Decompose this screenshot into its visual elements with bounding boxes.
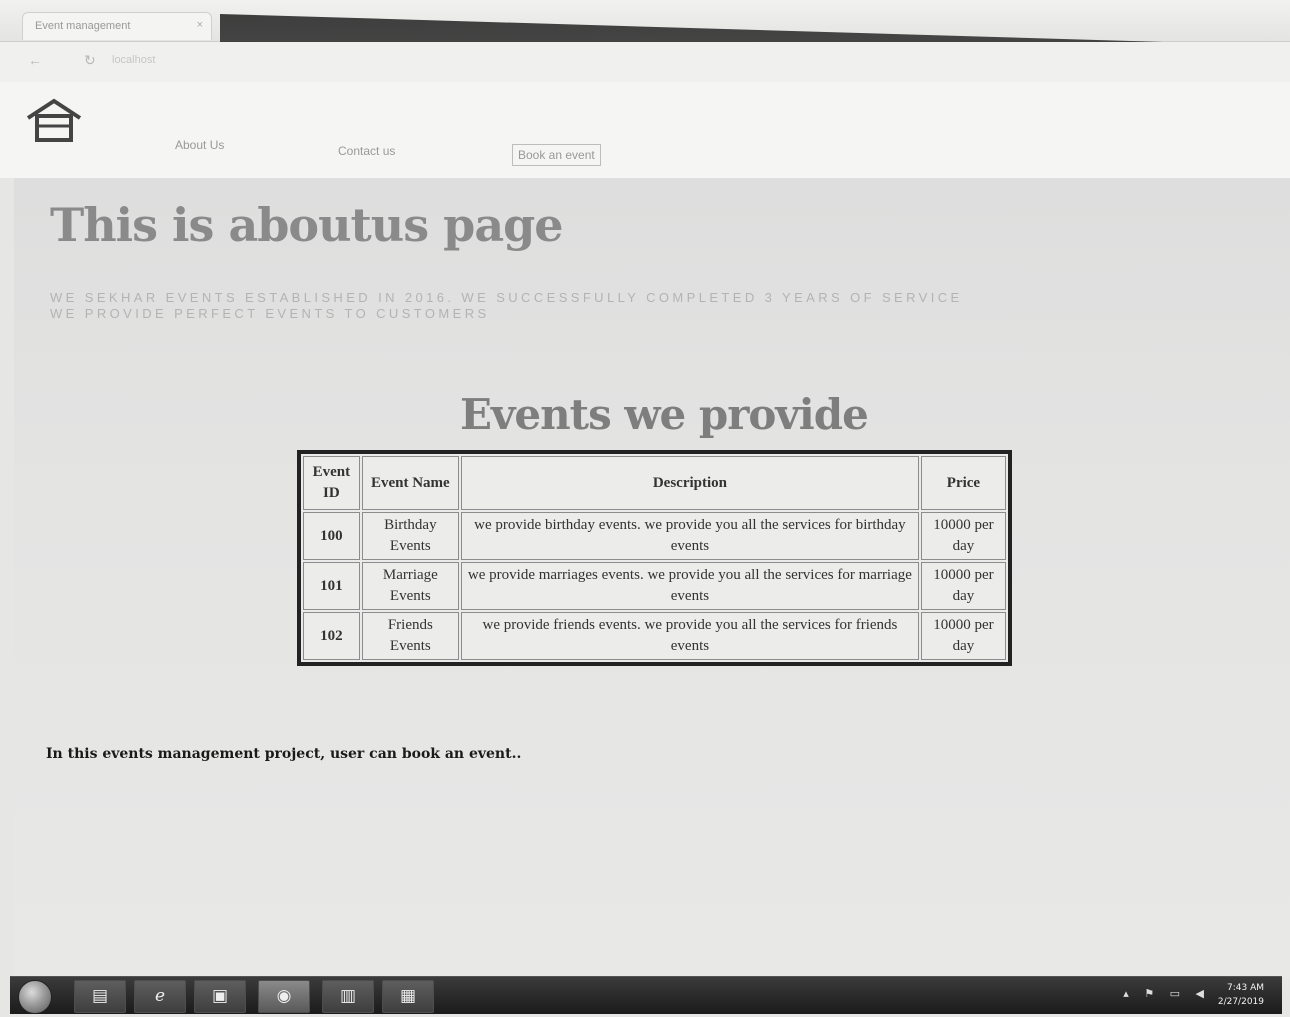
- browser-tab-label: Event management: [35, 20, 131, 32]
- event-id-cell: 101: [303, 562, 360, 610]
- address-bar[interactable]: localhost: [112, 54, 155, 66]
- about-line-1: WE SEKHAR EVENTS ESTABLISHED IN 2016. WE…: [50, 290, 963, 305]
- event-description-cell: we provide birthday events. we provide y…: [460, 512, 919, 560]
- section-title: Events we provide: [460, 390, 869, 439]
- table-row: 100 Birthday Events we provide birthday …: [303, 512, 1006, 560]
- page-title: This is aboutus page: [50, 198, 564, 252]
- main-content: This is aboutus page WE SEKHAR EVENTS ES…: [14, 178, 1290, 978]
- events-table: Event ID Event Name Description Price 10…: [297, 450, 1012, 666]
- system-tray-icons[interactable]: ▴ ⚑ ▭ ◀: [1123, 987, 1210, 1000]
- app-icon[interactable]: ▦: [382, 980, 434, 1013]
- clock-time: 7:43 AM: [1227, 983, 1264, 993]
- file-explorer-icon[interactable]: ▤: [74, 980, 126, 1013]
- event-description-cell: we provide marriages events. we provide …: [460, 562, 919, 610]
- back-arrow-icon[interactable]: ←: [28, 52, 42, 68]
- browser-toolbar: ← ↻ localhost: [0, 42, 1290, 82]
- footer-note: In this events management project, user …: [46, 746, 522, 762]
- browser-tab[interactable]: Event management ×: [22, 12, 212, 40]
- event-price-cell: 10000 per day: [920, 612, 1006, 660]
- event-description-cell: we provide friends events. we provide yo…: [460, 612, 919, 660]
- nav-book-event[interactable]: Book an event: [512, 144, 601, 166]
- media-player-icon[interactable]: ▣: [194, 980, 246, 1013]
- chrome-icon[interactable]: ◉: [258, 980, 310, 1013]
- home-icon[interactable]: [24, 96, 84, 144]
- nav-contact-us[interactable]: Contact us: [338, 144, 395, 158]
- reload-icon[interactable]: ↻: [84, 52, 96, 69]
- col-event-id: Event ID: [303, 456, 360, 510]
- event-id-cell: 100: [303, 512, 360, 560]
- event-name-cell: Birthday Events: [361, 512, 459, 560]
- windows-start-icon[interactable]: [18, 980, 52, 1014]
- col-price: Price: [920, 456, 1006, 510]
- event-price-cell: 10000 per day: [920, 562, 1006, 610]
- nav-about-us[interactable]: About Us: [175, 138, 224, 152]
- site-header: About Us Contact us Book an event: [0, 82, 1290, 178]
- tab-close-icon[interactable]: ×: [197, 19, 203, 31]
- about-paragraph: WE SEKHAR EVENTS ESTABLISHED IN 2016. WE…: [50, 290, 1270, 322]
- internet-explorer-icon[interactable]: e: [134, 980, 186, 1013]
- event-name-cell: Friends Events: [361, 612, 459, 660]
- event-id-cell: 102: [303, 612, 360, 660]
- about-line-2: WE PROVIDE PERFECT EVENTS TO CUSTOMERS: [50, 306, 490, 321]
- table-header-row: Event ID Event Name Description Price: [303, 456, 1006, 510]
- table-row: 101 Marriage Events we provide marriages…: [303, 562, 1006, 610]
- col-description: Description: [460, 456, 919, 510]
- taskbar: ▤ e ▣ ◉ ▥ ▦ ▴ ⚑ ▭ ◀ 7:43 AM 2/27/2019: [10, 976, 1282, 1014]
- event-name-cell: Marriage Events: [361, 562, 459, 610]
- paint-icon[interactable]: ▥: [322, 980, 374, 1013]
- clock-date: 2/27/2019: [1217, 997, 1264, 1007]
- event-price-cell: 10000 per day: [920, 512, 1006, 560]
- taskbar-clock[interactable]: 7:43 AM 2/27/2019: [1218, 981, 1264, 1009]
- col-event-name: Event Name: [361, 456, 459, 510]
- table-row: 102 Friends Events we provide friends ev…: [303, 612, 1006, 660]
